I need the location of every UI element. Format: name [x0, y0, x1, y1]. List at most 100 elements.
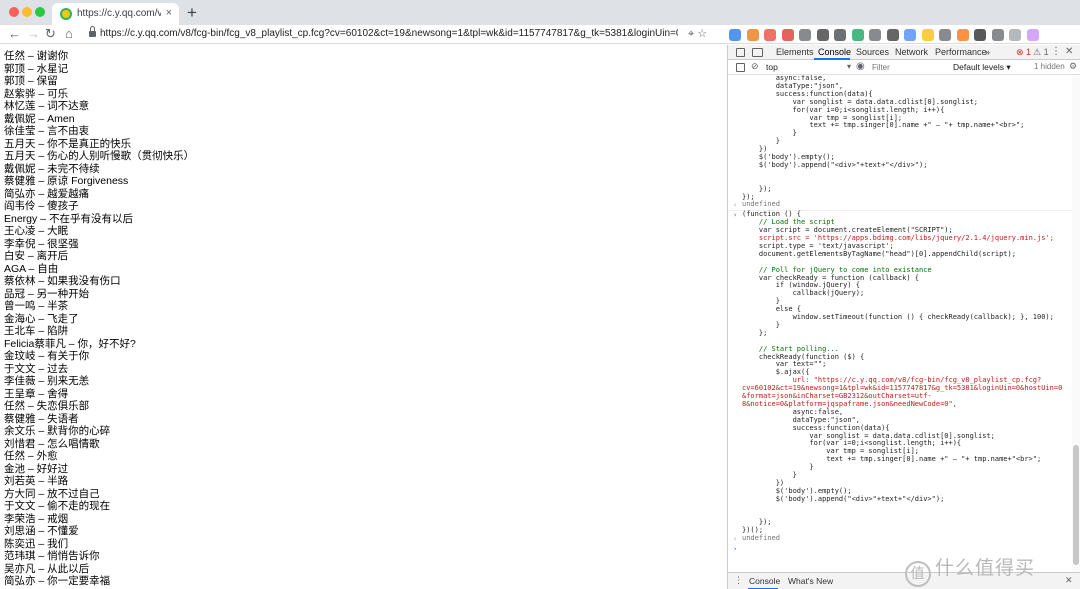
console-line: window.setTimeout(function () { checkRea…	[742, 313, 1054, 321]
extension-icon[interactable]	[869, 29, 881, 41]
drawer-tab-whats-new[interactable]: What's New	[788, 576, 833, 586]
close-devtools-icon[interactable]: ✕	[1065, 46, 1073, 57]
console-line: };	[742, 328, 768, 337]
console-result: undefined	[742, 534, 780, 543]
inspect-element-icon[interactable]	[736, 48, 745, 57]
extension-icon[interactable]	[956, 29, 969, 41]
song-line: 方大同 – 放不过自己	[4, 487, 100, 500]
extension-icon[interactable]	[764, 29, 776, 41]
extension-icon[interactable]	[1009, 29, 1021, 41]
console-line: document.getElementsByTagName("head")[0]…	[742, 249, 1016, 258]
extension-icon[interactable]	[729, 29, 741, 41]
extension-icon[interactable]	[1026, 29, 1039, 41]
tab-elements[interactable]: Elements	[776, 47, 814, 57]
song-line: 任然 – 失恋俱乐部	[4, 400, 90, 412]
song-line: 刘若英 – 半路	[4, 475, 69, 487]
song-line: 李幸倪 – 很坚强	[4, 237, 79, 250]
input-prompt-icon[interactable]: ›	[733, 545, 737, 553]
extension-icon[interactable]	[746, 29, 759, 41]
forward-button[interactable]: →	[27, 25, 40, 43]
close-window-button[interactable]	[9, 7, 19, 17]
tab-performance[interactable]: Performance	[935, 47, 987, 57]
back-button[interactable]: ←	[8, 25, 21, 43]
console-result: undefined	[742, 200, 780, 209]
song-line: 五月天 – 伤心的人别听慢歌（贯彻快乐）	[4, 150, 195, 162]
extension-icon[interactable]	[799, 29, 811, 41]
tab-console[interactable]: Console	[818, 47, 851, 57]
more-tabs-button[interactable]: »	[985, 47, 990, 57]
input-prompt-icon: ›	[733, 211, 738, 220]
song-line: 金玟岐 – 有关于你	[4, 350, 90, 362]
result-arrow-icon: ‹	[733, 201, 738, 210]
song-line: 简弘亦 – 越爱越痛	[4, 187, 90, 200]
tab-sources[interactable]: Sources	[856, 47, 889, 57]
new-tab-button[interactable]: +	[187, 3, 197, 23]
log-levels-dropdown[interactable]: Default levels ▾	[953, 62, 1011, 73]
context-selector[interactable]: top ▾	[766, 62, 851, 73]
extension-icon[interactable]	[886, 29, 899, 41]
extension-icon[interactable]	[939, 29, 951, 41]
tab-title: https://c.y.qq.com/v8/fcg-bin/	[77, 8, 161, 19]
song-line: 五月天 – 你不是真正的快乐	[4, 137, 132, 150]
song-line: 王北车 – 陷阱	[4, 325, 69, 337]
home-icon[interactable]: ⌂	[65, 25, 73, 43]
tab-close-icon[interactable]: ×	[166, 7, 172, 19]
extension-icon[interactable]	[816, 29, 829, 41]
console-output[interactable]: async:false, dataType:"json", success:fu…	[728, 75, 1080, 572]
song-line: 曾一鸣 – 半茶	[4, 300, 69, 312]
console-scrollbar[interactable]	[1072, 75, 1080, 572]
console-settings-gear-icon[interactable]: ⚙	[1069, 61, 1077, 72]
close-drawer-icon[interactable]: ✕	[1065, 575, 1073, 586]
song-line: 赵紫骅 – 可乐	[4, 87, 69, 100]
song-line: 李荣浩 – 戒烟	[4, 512, 69, 525]
song-line: 蔡依林 – 如果我没有伤口	[4, 275, 121, 287]
extension-icon[interactable]	[834, 29, 846, 41]
song-line: 徐佳莹 – 言不由衷	[4, 125, 90, 137]
extension-icon[interactable]	[974, 29, 986, 41]
scrollbar-thumb[interactable]	[1073, 445, 1079, 565]
chevron-down-icon: ▾	[846, 62, 851, 71]
browser-tab[interactable]: https://c.y.qq.com/v8/fcg-bin/ ×	[52, 3, 179, 25]
song-line: 王呈章 – 舍得	[4, 387, 69, 400]
extension-icon[interactable]	[904, 29, 916, 41]
drawer-tab-console[interactable]: Console	[749, 576, 780, 586]
extension-icon[interactable]	[851, 29, 864, 41]
device-toolbar-icon[interactable]	[752, 48, 763, 57]
eye-icon[interactable]: ◉	[856, 61, 865, 72]
browser-window: https://c.y.qq.com/v8/fcg-bin/ × + ← → ↻…	[0, 0, 1080, 589]
maximize-window-button[interactable]	[35, 7, 45, 17]
lock-icon	[89, 26, 96, 37]
song-line: 王心凌 – 大眠	[4, 225, 69, 237]
song-line: 蔡健雅 – 失语者	[4, 412, 79, 425]
song-line: 阎韦伶 – 傻孩子	[4, 200, 79, 212]
bookmark-star-icon[interactable]: ⌖ ☆	[688, 27, 707, 41]
song-line: 任然 – 外愈	[4, 450, 58, 462]
warning-count-badge[interactable]: ⚠ 1	[1033, 47, 1049, 58]
song-line: 范玮琪 – 悄悄告诉你	[4, 550, 100, 562]
address-bar[interactable]: https://c.y.qq.com/v8/fcg-bin/fcg_v8_pla…	[85, 26, 679, 43]
reload-button[interactable]: ↻	[45, 25, 56, 43]
sidebar-toggle-icon[interactable]	[736, 63, 745, 72]
clear-console-icon[interactable]: ⊘	[751, 61, 759, 72]
song-line: 白安 – 离开后	[4, 250, 69, 262]
song-line: 陈奕迅 – 我们	[4, 537, 69, 550]
extension-icon[interactable]	[781, 29, 794, 41]
song-line: 刘思涵 – 不懂爱	[4, 525, 79, 537]
url-text[interactable]: https://c.y.qq.com/v8/fcg-bin/fcg_v8_pla…	[100, 28, 678, 39]
song-line: 任然 – 谢谢你	[4, 50, 69, 62]
song-line: 林忆莲 – 词不达意	[4, 100, 90, 112]
drawer-menu-icon[interactable]: ⋮	[734, 575, 743, 586]
song-line: 吴亦凡 – 从此以后	[4, 562, 90, 575]
console-filter-input[interactable]	[872, 62, 947, 73]
tab-network[interactable]: Network	[895, 47, 928, 57]
more-options-icon[interactable]: ⋮	[1051, 46, 1061, 57]
song-line: 于文文 – 偷不走的现在	[4, 500, 111, 512]
extension-icon[interactable]	[921, 29, 934, 41]
extension-icon[interactable]	[991, 29, 1004, 41]
song-line: 金海心 – 飞走了	[4, 312, 79, 325]
song-line: 蔡健雅 – 原谅 Forgiveness	[4, 175, 129, 187]
song-line: Energy – 不在乎有没有以后	[4, 212, 133, 225]
error-count-badge[interactable]: ⊗ 1	[1016, 47, 1031, 58]
devtools-panel: Elements Console Sources Network Perform…	[727, 45, 1080, 589]
minimize-window-button[interactable]	[22, 7, 32, 17]
